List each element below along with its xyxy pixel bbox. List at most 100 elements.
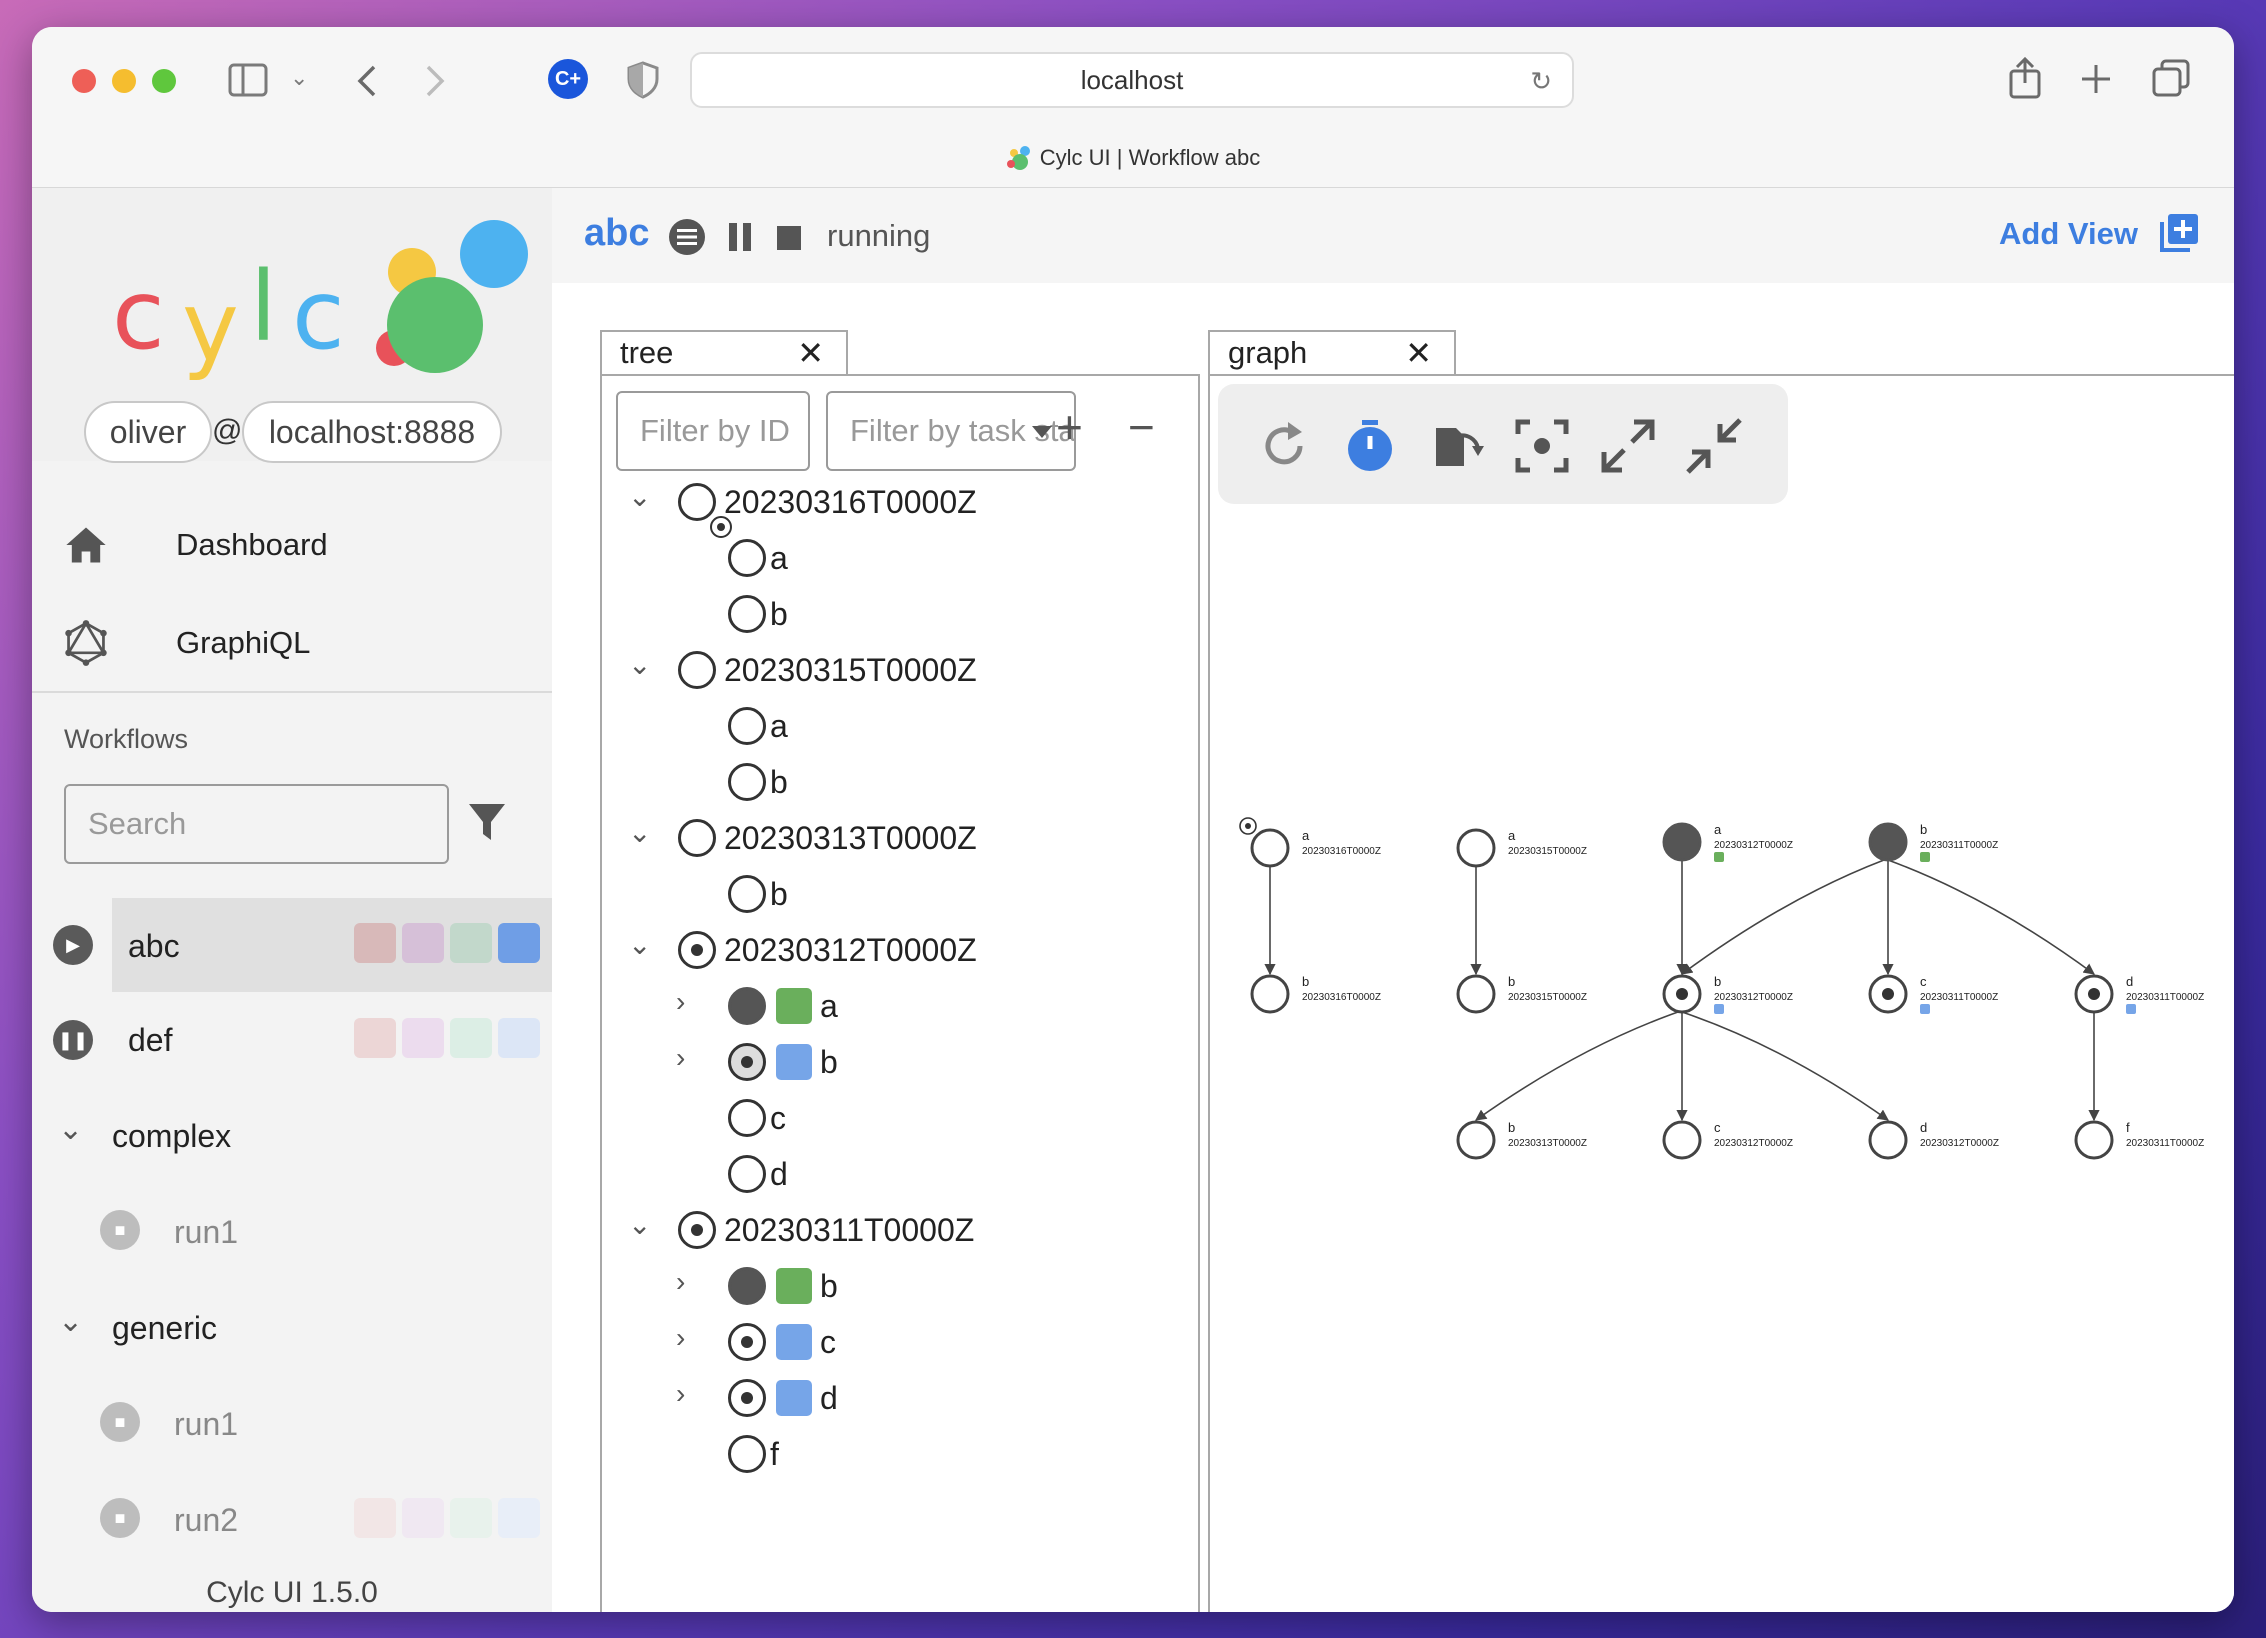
chevron-down-icon[interactable]: ⌄ bbox=[628, 648, 651, 681]
task-row[interactable]: › b bbox=[602, 1258, 1192, 1314]
task-row[interactable]: d bbox=[602, 1146, 1192, 1202]
chevron-down-icon[interactable]: ⌄ bbox=[628, 1208, 651, 1241]
cycle-row[interactable]: ⌄ 20230316T0000Z bbox=[602, 474, 1192, 530]
graph-node[interactable]: b 20230315T0000Z bbox=[1456, 974, 1587, 1014]
task-row[interactable]: b bbox=[602, 866, 1192, 922]
chevron-right-icon[interactable]: › bbox=[676, 986, 685, 1018]
cycle-row[interactable]: ⌄ 20230311T0000Z bbox=[602, 1202, 1192, 1258]
chevron-down-icon[interactable]: ⌄ bbox=[628, 928, 651, 961]
workflow-title: abc bbox=[584, 212, 650, 254]
task-label: a bbox=[770, 540, 788, 576]
job-status-badge[interactable] bbox=[776, 988, 812, 1024]
add-view-button[interactable]: Add View bbox=[1999, 216, 2138, 252]
cycle-row[interactable]: ⌄ 20230315T0000Z bbox=[602, 642, 1192, 698]
graph-node[interactable]: b 20230312T0000Z bbox=[1662, 974, 1793, 1014]
job-status-badge[interactable] bbox=[776, 1380, 812, 1416]
back-icon[interactable] bbox=[354, 63, 378, 99]
task-row[interactable]: c bbox=[602, 1090, 1192, 1146]
pause-icon[interactable] bbox=[726, 218, 756, 256]
graph-node-cycle: 20230312T0000Z bbox=[1714, 992, 1793, 1003]
minimize-window-button[interactable] bbox=[112, 69, 136, 93]
graph-node[interactable]: d 20230312T0000Z bbox=[1868, 1120, 1999, 1160]
filter-id-input[interactable]: Filter by ID bbox=[616, 391, 810, 471]
extension-cplus-icon[interactable]: C+ bbox=[548, 59, 588, 99]
graph-node[interactable]: b 20230316T0000Z bbox=[1250, 974, 1381, 1014]
nav-dashboard[interactable]: Dashboard bbox=[32, 496, 552, 594]
graph-node-name: b bbox=[1920, 822, 1927, 837]
task-row[interactable]: b bbox=[602, 586, 1192, 642]
nav-graphiql[interactable]: GraphiQL bbox=[32, 594, 552, 692]
expand-all-button[interactable]: + bbox=[1056, 400, 1083, 454]
reload-icon[interactable]: ↻ bbox=[1530, 66, 1552, 97]
sidebar-toggle-icon[interactable] bbox=[228, 63, 268, 97]
workflow-search-input[interactable]: Search bbox=[64, 784, 449, 864]
workflow-group-complex[interactable]: complex bbox=[112, 1118, 231, 1155]
privacy-shield-icon[interactable] bbox=[626, 61, 660, 99]
task-row[interactable]: › b bbox=[602, 1034, 1192, 1090]
chevron-right-icon[interactable]: › bbox=[676, 1042, 685, 1074]
graph-node-name: b bbox=[1508, 974, 1515, 989]
workflow-name-generic-run2[interactable]: run2 bbox=[174, 1502, 238, 1539]
task-row[interactable]: › d bbox=[602, 1370, 1192, 1426]
graph-node[interactable]: c 20230311T0000Z bbox=[1868, 974, 1998, 1014]
task-row[interactable]: › a bbox=[602, 978, 1192, 1034]
cycle-row[interactable]: ⌄ 20230313T0000Z bbox=[602, 810, 1192, 866]
chevron-down-icon[interactable]: ⌄ bbox=[58, 1304, 83, 1339]
graph-node-name: b bbox=[1302, 974, 1309, 989]
workflow-name-generic-run1[interactable]: run1 bbox=[174, 1406, 238, 1443]
tab-graph[interactable]: graph ✕ bbox=[1208, 330, 1456, 374]
job-status-badge[interactable] bbox=[776, 1324, 812, 1360]
menu-icon[interactable] bbox=[668, 218, 706, 256]
job-status-badge[interactable] bbox=[776, 1268, 812, 1304]
chevron-down-icon[interactable]: ⌄ bbox=[628, 480, 651, 513]
collapse-all-button[interactable]: − bbox=[1128, 400, 1155, 454]
task-row[interactable]: b bbox=[602, 754, 1192, 810]
chevron-right-icon[interactable]: › bbox=[676, 1322, 685, 1354]
job-status-badge[interactable] bbox=[776, 1044, 812, 1080]
graph-node-cycle: 20230311T0000Z bbox=[1920, 840, 1998, 851]
graph-node[interactable]: c 20230312T0000Z bbox=[1662, 1120, 1793, 1160]
chevron-down-icon[interactable]: ⌄ bbox=[290, 67, 308, 89]
task-state-icon bbox=[728, 707, 766, 745]
share-icon[interactable] bbox=[2008, 57, 2042, 99]
graph-edge bbox=[1681, 859, 1885, 975]
graph-node[interactable]: b 20230311T0000Z bbox=[1868, 822, 1998, 862]
close-window-button[interactable] bbox=[72, 69, 96, 93]
chevron-down-icon[interactable]: ⌄ bbox=[58, 1112, 83, 1147]
zoom-window-button[interactable] bbox=[152, 69, 176, 93]
graph-node[interactable]: a 20230312T0000Z bbox=[1662, 822, 1793, 862]
forward-icon[interactable] bbox=[424, 63, 448, 99]
task-row[interactable]: › c bbox=[602, 1314, 1192, 1370]
graph-node[interactable]: d 20230311T0000Z bbox=[2074, 974, 2204, 1014]
task-label: b bbox=[770, 596, 788, 632]
task-label: a bbox=[820, 988, 838, 1024]
stop-icon[interactable] bbox=[774, 218, 804, 256]
address-bar[interactable]: localhost ↻ bbox=[690, 52, 1574, 108]
graph-node-state bbox=[1456, 974, 1496, 1014]
tab-overview-icon[interactable] bbox=[2152, 59, 2190, 97]
add-view-icon[interactable] bbox=[2158, 212, 2200, 254]
graph-node[interactable]: b 20230313T0000Z bbox=[1456, 1120, 1587, 1160]
graph-node[interactable]: f 20230311T0000Z bbox=[2074, 1120, 2204, 1160]
cycle-row[interactable]: ⌄ 20230312T0000Z bbox=[602, 922, 1192, 978]
chevron-right-icon[interactable]: › bbox=[676, 1378, 685, 1410]
task-row[interactable]: a bbox=[602, 698, 1192, 754]
graph-node[interactable]: a 20230315T0000Z bbox=[1456, 828, 1587, 868]
tab-tree[interactable]: tree ✕ bbox=[600, 330, 848, 374]
new-tab-icon[interactable] bbox=[2080, 63, 2112, 95]
graph-node-cycle: 20230311T0000Z bbox=[1920, 992, 1998, 1003]
workflow-name-complex-run1[interactable]: run1 bbox=[174, 1214, 238, 1251]
task-row[interactable]: f bbox=[602, 1426, 1192, 1482]
chevron-right-icon[interactable]: › bbox=[676, 1266, 685, 1298]
workflow-group-generic[interactable]: generic bbox=[112, 1310, 217, 1347]
browser-tab[interactable]: Cylc UI | Workflow abc bbox=[32, 145, 2234, 171]
task-state-icon bbox=[728, 595, 766, 633]
workflow-graph[interactable]: a 20230316T0000Z a 20230315T0000Z a 20230312T… bbox=[1210, 376, 2234, 1612]
chevron-down-icon[interactable]: ⌄ bbox=[628, 816, 651, 849]
task-row[interactable]: a bbox=[602, 516, 1192, 586]
close-icon[interactable]: ✕ bbox=[797, 334, 824, 372]
filter-icon[interactable] bbox=[467, 800, 507, 844]
close-icon[interactable]: ✕ bbox=[1405, 334, 1432, 372]
workflow-name-abc: abc bbox=[128, 928, 180, 964]
graph-node[interactable]: a 20230316T0000Z bbox=[1239, 817, 1381, 868]
